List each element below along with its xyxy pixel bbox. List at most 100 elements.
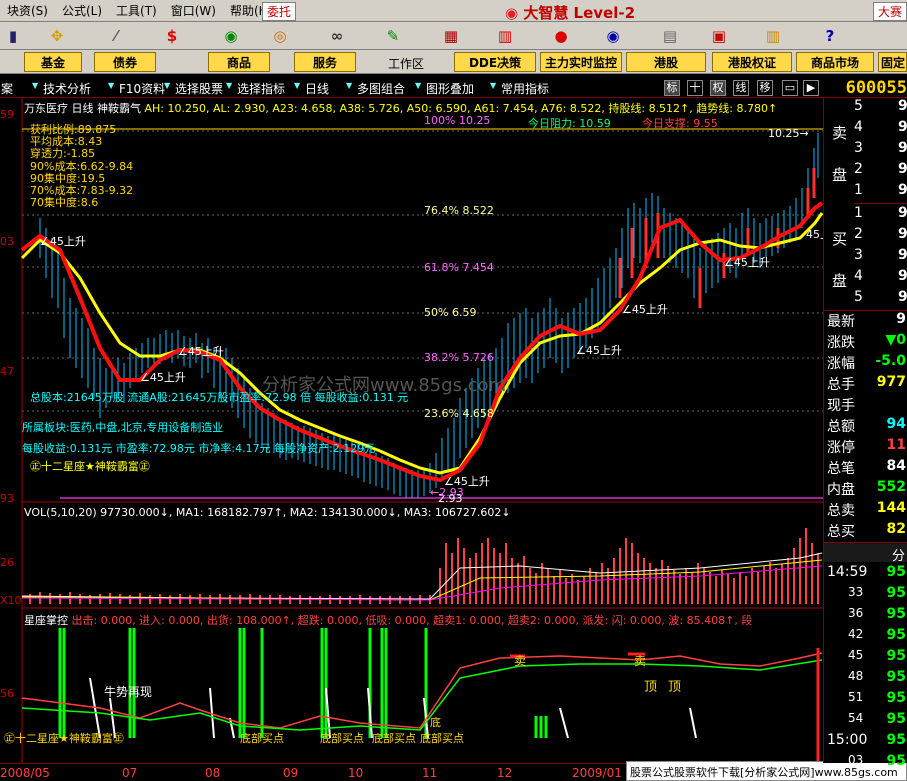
stat-volume-label: 总手	[827, 377, 855, 393]
buy-price-3: 9	[898, 247, 907, 263]
menu-block[interactable]: 块资(S)	[0, 2, 55, 19]
tick-price: 95	[886, 627, 906, 643]
indicator-name: 神鞍霸气	[97, 102, 141, 115]
sell-level-3: 3	[854, 140, 863, 156]
cb-case[interactable]: 案	[0, 80, 13, 97]
help-cursor-icon[interactable]: ?	[817, 24, 843, 48]
buy-label-bottom: 盘	[832, 272, 848, 290]
tab-fixed[interactable]: 固定	[878, 52, 907, 72]
fib-382: 38.2% 5.726	[424, 351, 494, 364]
date-08: 08	[205, 766, 221, 780]
cb-common-indicator[interactable]: 常用指标	[490, 80, 549, 97]
dollar-icon[interactable]: $	[159, 24, 185, 48]
bottom-buy-4: 底部买点	[420, 732, 464, 745]
stat-latest-label: 最新	[827, 314, 855, 330]
rights-icon[interactable]: 权	[710, 80, 726, 96]
brand-text: 大智慧 Level-2	[523, 4, 636, 22]
buy-level-2: 2	[854, 226, 863, 242]
pen-icon[interactable]: ✎	[380, 24, 406, 48]
move-icon[interactable]: ✥	[44, 24, 70, 48]
tab-fund[interactable]: 基金	[24, 52, 82, 72]
crosshair-icon[interactable]: 十	[687, 80, 703, 96]
sell-label-top: 卖	[832, 124, 848, 142]
fib-618: 61.8% 7.454	[424, 261, 494, 274]
sell-label-1: 卖	[514, 654, 527, 668]
play-icon[interactable]: ▶	[803, 80, 819, 96]
tick-time: 51	[848, 690, 864, 704]
image-icon[interactable]: ▭	[782, 80, 798, 96]
buy-price-5: 9	[898, 289, 907, 305]
bottom-buy-1: 底部买点	[240, 732, 284, 745]
stat-amount-label: 总额	[827, 419, 855, 435]
cb-daily[interactable]: 日线	[294, 80, 329, 97]
tab-commodity[interactable]: 商品	[208, 52, 270, 72]
buy-level-1: 1	[854, 205, 863, 221]
nav-icon[interactable]: ▮	[0, 24, 26, 48]
globe-icon[interactable]: ●	[548, 24, 574, 48]
tick-price: 95	[886, 690, 906, 706]
stat-current-label: 现手	[827, 398, 855, 414]
cb-select-indicator[interactable]: 选择指标	[226, 80, 285, 97]
menu-tools[interactable]: 工具(T)	[109, 2, 164, 19]
tick-time: 15:00	[827, 732, 868, 748]
date-10: 10	[348, 766, 364, 780]
cb-multi-chart[interactable]: 多图组合	[346, 80, 405, 97]
tab-bond[interactable]: 债券	[94, 52, 156, 72]
chart-toolbar: 案 技术分析 F10资料 选择股票 选择指标 日线 多图组合 图形叠加 常用指标…	[0, 78, 907, 98]
stat-pct-label: 涨幅	[827, 356, 855, 372]
eye-icon[interactable]: ◉	[600, 24, 626, 48]
tab-main-monitor[interactable]: 主力实时监控	[540, 52, 622, 72]
books-icon[interactable]: ▥	[760, 24, 786, 48]
cb-tech-analysis[interactable]: 技术分析	[32, 80, 91, 97]
line-icon[interactable]: 线	[733, 80, 749, 96]
contest-button[interactable]: 大赛	[872, 2, 907, 21]
date-2008-05: 2008/05	[0, 766, 50, 780]
candle-icon[interactable]: ▥	[492, 24, 518, 48]
ruler-icon[interactable]: ⁄	[103, 24, 129, 48]
date-2009-01: 2009/01	[572, 766, 622, 780]
print-icon[interactable]: ▤	[657, 24, 683, 48]
tab-commodity-market[interactable]: 商品市场	[796, 52, 874, 72]
axis-93: 93	[0, 492, 14, 505]
mark-icon[interactable]: 标	[664, 80, 680, 96]
buy-level-5: 5	[854, 289, 863, 305]
fundamentals-ratios: 每股收益:0.131元 市盈率:72.98元 市净率:4.17元 每股净资产:2…	[22, 442, 376, 455]
cost-90: 90%成本:6.62-9.84	[30, 159, 134, 173]
cd-icon[interactable]: ◎	[267, 24, 293, 48]
abacus-icon[interactable]: ▦	[438, 24, 464, 48]
angle-annot-6: ∠45上升	[622, 303, 668, 316]
cb-f10[interactable]: F10资料	[108, 80, 165, 97]
cb-overlay[interactable]: 图形叠加	[415, 80, 474, 97]
menu-window[interactable]: 窗口(W)	[164, 2, 223, 19]
sell-price-5: 9	[898, 98, 907, 114]
axis-59: 59	[0, 108, 14, 121]
move-chart-icon[interactable]: 移	[757, 80, 773, 96]
stat-totalbuy-label: 总买	[827, 524, 855, 540]
watermark: 分析家公式网www.85gs.com	[262, 375, 507, 396]
tab-dde[interactable]: DDE决策	[454, 52, 536, 72]
tab-hk-stock[interactable]: 港股	[626, 52, 706, 72]
tab-service[interactable]: 服务	[294, 52, 356, 72]
binoculars-icon[interactable]: ∞	[324, 24, 350, 48]
menu-formula[interactable]: 公式(L)	[55, 2, 109, 19]
tab-hk-warrant[interactable]: 港股权证	[712, 52, 792, 72]
bottom-label: 底	[430, 716, 441, 729]
tick-header-label: 分	[891, 549, 905, 564]
bottom-buy-2: 底部买点	[320, 732, 364, 745]
vol-header: VOL(5,10,20) 97730.000↓, MA1: 168182.797…	[24, 506, 511, 519]
stat-amount-value: 94	[886, 416, 906, 432]
brand-tag-lower: ㊣十二星座★神鞍霸富㊣	[4, 732, 124, 745]
workzone-label[interactable]: 工作区	[388, 55, 424, 72]
weituo-button[interactable]: 委托	[262, 2, 297, 21]
tick-header: 分	[824, 542, 907, 564]
window-icon[interactable]: ▣	[706, 24, 732, 48]
period-label: 日线	[71, 102, 94, 115]
traffic-light-icon[interactable]: ◉	[218, 24, 244, 48]
tick-time: 42	[848, 627, 864, 641]
cb-select-stock[interactable]: 选择股票	[164, 80, 223, 97]
bottom-buy-3: 底部买点	[372, 732, 416, 745]
tick-time: 03	[848, 753, 864, 767]
today-resistance: 今日阻力: 10.59	[528, 117, 611, 130]
buy-price-2: 9	[898, 226, 907, 242]
stat-totalsell-value: 144	[876, 500, 906, 516]
